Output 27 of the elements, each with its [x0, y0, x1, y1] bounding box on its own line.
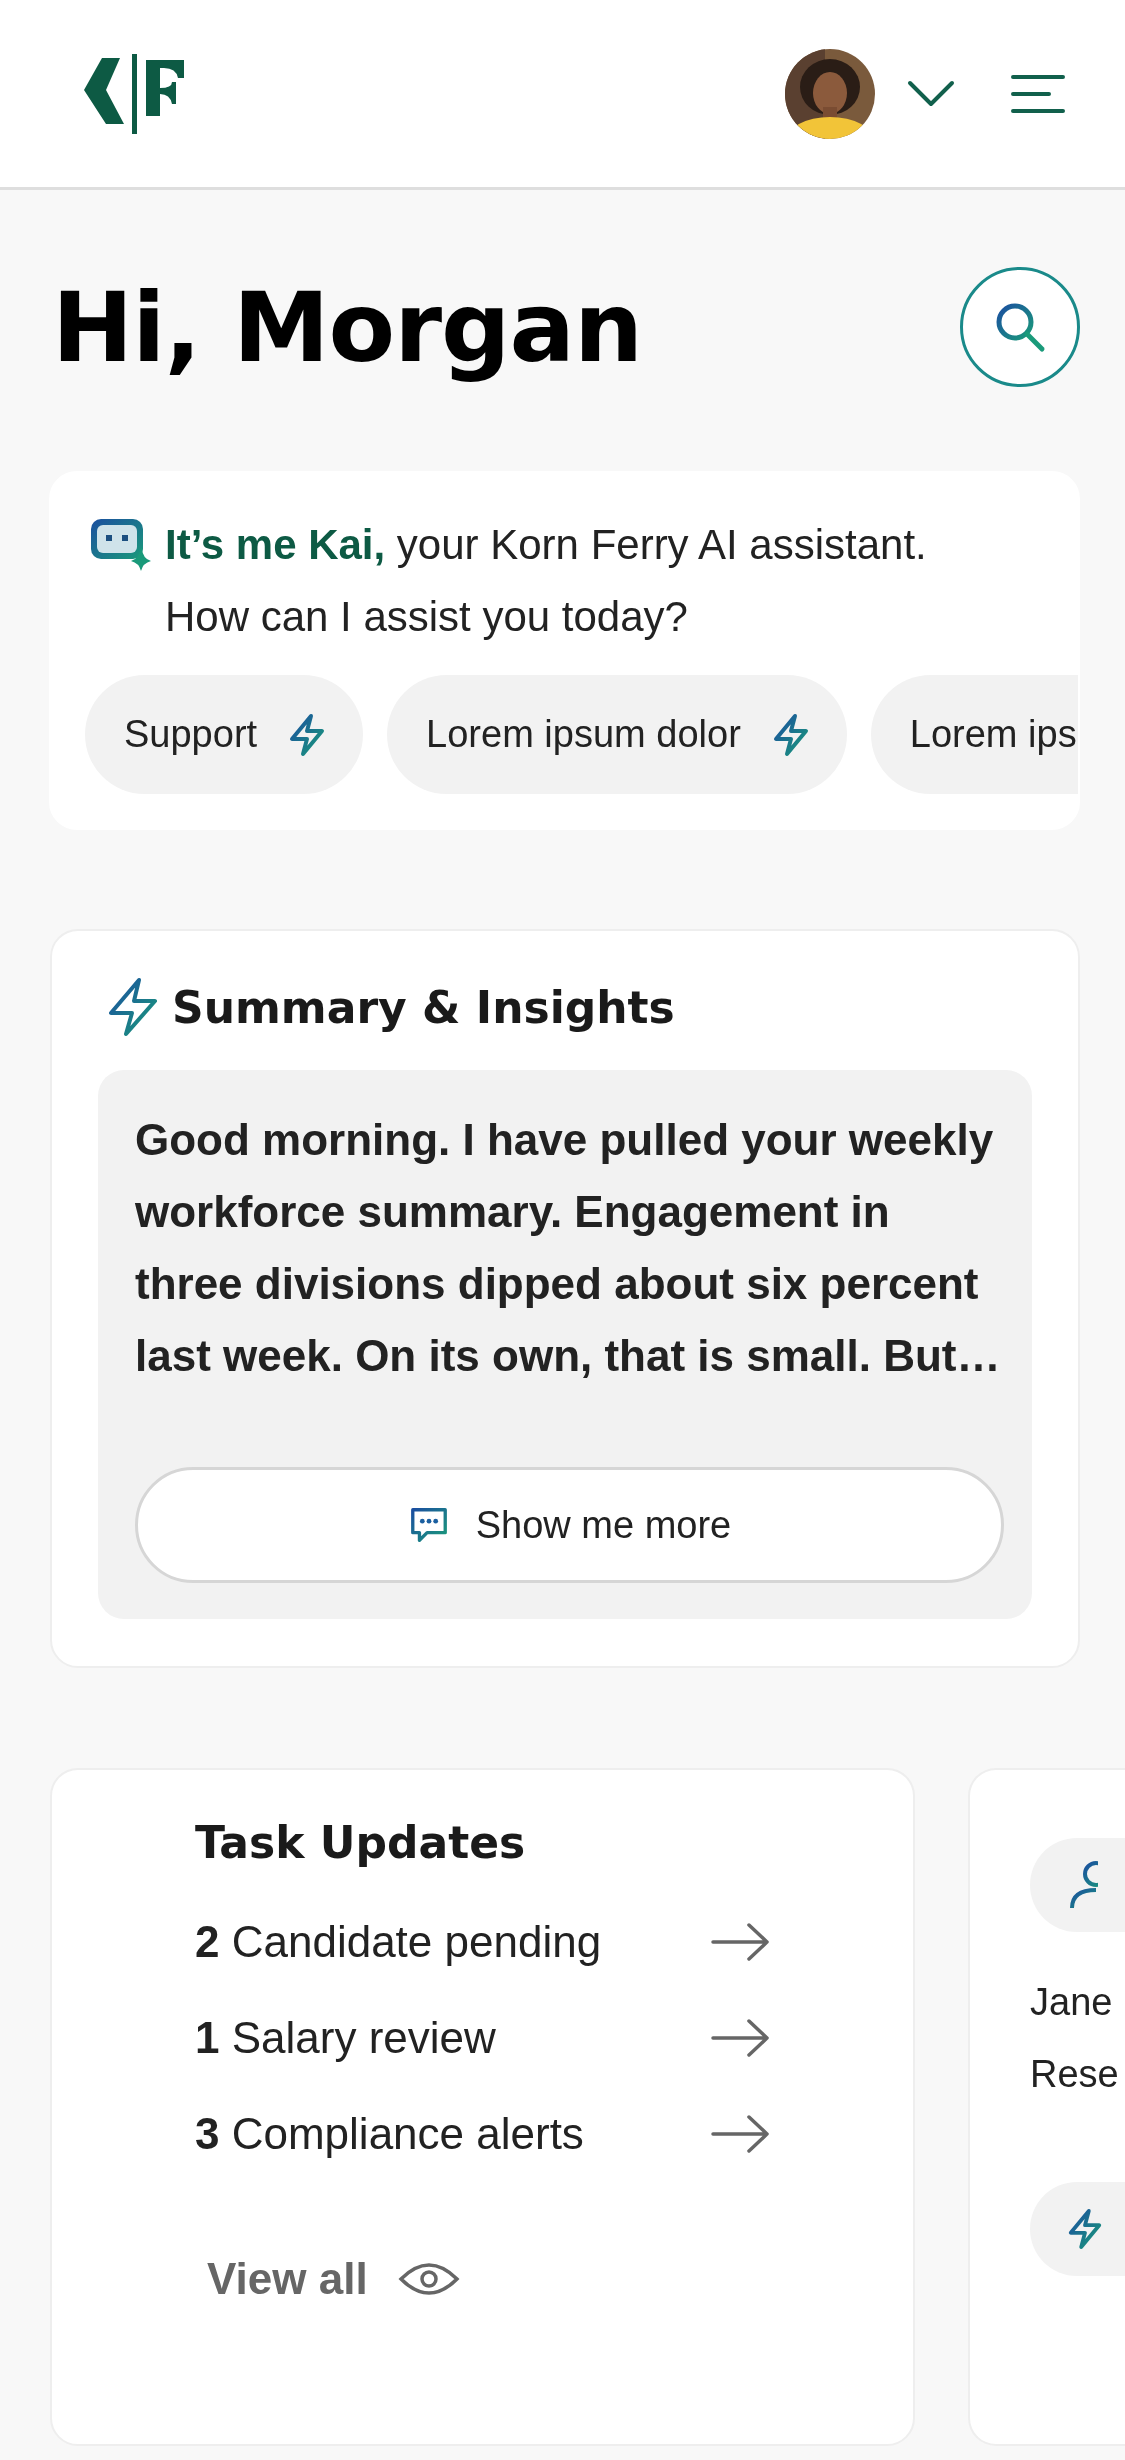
- assistant-intro: It’s me Kai, your Korn Ferry AI assistant.: [165, 520, 927, 570]
- view-all-link[interactable]: View all: [207, 2254, 460, 2304]
- task-title: Task Updates: [195, 1816, 527, 1870]
- suggestion-chip[interactable]: Lorem ips: [870, 675, 1078, 794]
- task-label[interactable]: 3 Compliance alerts: [195, 2109, 584, 2159]
- contact-name: Jane: [1030, 1980, 1114, 2025]
- task-label[interactable]: 1 Salary review: [195, 2013, 496, 2063]
- menu-icon[interactable]: [1011, 73, 1065, 114]
- arrow-right-icon[interactable]: [711, 2114, 771, 2154]
- action-chip[interactable]: [1030, 2182, 1125, 2276]
- lightning-icon: [1066, 2208, 1104, 2250]
- chevron-down-icon[interactable]: [907, 79, 955, 108]
- suggestion-chip[interactable]: Support: [85, 675, 364, 794]
- robot-icon: [89, 517, 151, 571]
- contact-role: Rese: [1030, 2052, 1120, 2097]
- summary-title: Summary & Insights: [172, 981, 675, 1033]
- person-chip[interactable]: [1030, 1838, 1125, 1932]
- show-more-button[interactable]: Show me more: [135, 1467, 1004, 1583]
- arrow-right-icon[interactable]: [711, 1922, 771, 1962]
- lightning-icon: [106, 977, 160, 1037]
- arrow-right-icon[interactable]: [711, 2018, 771, 2058]
- assistant-question: How can I assist you today?: [165, 592, 689, 642]
- person-icon: [1068, 1860, 1098, 1910]
- summary-text: Good morning. I have pulled your weekly workforce summary. Engagement in three divisions dipped about six percent last week. On its own, that is small. But…: [135, 1114, 1002, 1382]
- greeting-title: Hi, Morgan: [52, 270, 642, 384]
- task-label[interactable]: 2 Candidate pending: [195, 1917, 602, 1967]
- suggestion-chip[interactable]: Lorem ipsum dolor: [387, 675, 847, 794]
